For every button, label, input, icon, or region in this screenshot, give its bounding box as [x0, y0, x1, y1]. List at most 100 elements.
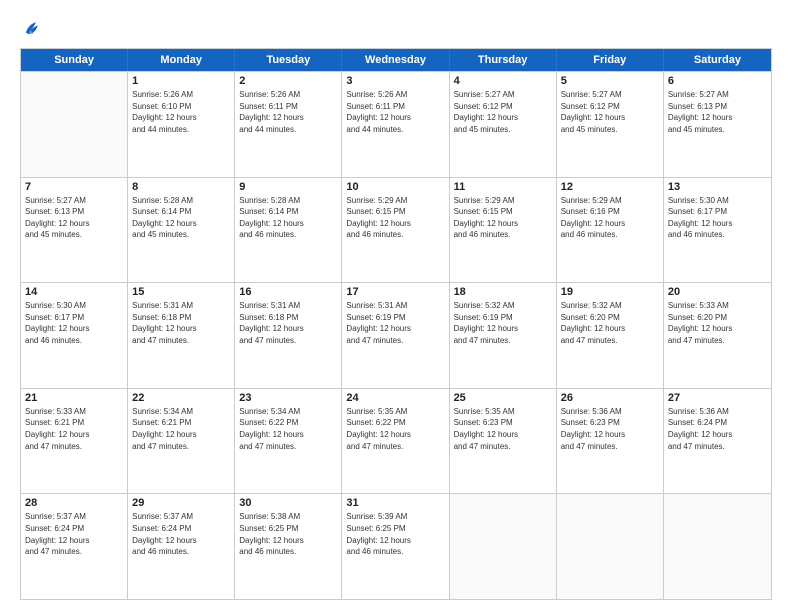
cal-header-saturday: Saturday [664, 49, 771, 71]
logo-bird-icon [20, 18, 42, 40]
day-number: 17 [346, 286, 444, 298]
cal-cell: 17 Sunrise: 5:31 AM Sunset: 6:19 PM Dayli… [342, 283, 449, 388]
day-info: Sunrise: 5:36 AM Sunset: 6:23 PM Dayligh… [561, 406, 659, 452]
cal-header-tuesday: Tuesday [235, 49, 342, 71]
cal-cell: 12 Sunrise: 5:29 AM Sunset: 6:16 PM Dayli… [557, 178, 664, 283]
cal-cell: 24 Sunrise: 5:35 AM Sunset: 6:22 PM Dayli… [342, 389, 449, 494]
day-info: Sunrise: 5:35 AM Sunset: 6:22 PM Dayligh… [346, 406, 444, 452]
day-info: Sunrise: 5:31 AM Sunset: 6:19 PM Dayligh… [346, 300, 444, 346]
cal-cell [450, 494, 557, 599]
day-info: Sunrise: 5:31 AM Sunset: 6:18 PM Dayligh… [132, 300, 230, 346]
cal-week-1: 1 Sunrise: 5:26 AM Sunset: 6:10 PM Daylig… [21, 71, 771, 177]
day-number: 28 [25, 497, 123, 509]
cal-cell: 3 Sunrise: 5:26 AM Sunset: 6:11 PM Daylig… [342, 72, 449, 177]
page: SundayMondayTuesdayWednesdayThursdayFrid… [0, 0, 792, 612]
cal-cell: 28Sunrise: 5:37 AM Sunset: 6:24 PM Dayli… [21, 494, 128, 599]
cal-cell [21, 72, 128, 177]
day-info: Sunrise: 5:27 AM Sunset: 6:12 PM Dayligh… [561, 89, 659, 135]
calendar: SundayMondayTuesdayWednesdayThursdayFrid… [20, 48, 772, 600]
cal-cell: 14 Sunrise: 5:30 AM Sunset: 6:17 PM Dayli… [21, 283, 128, 388]
day-number: 21 [25, 392, 123, 404]
day-number: 18 [454, 286, 552, 298]
day-number: 12 [561, 181, 659, 193]
cal-cell: 1 Sunrise: 5:26 AM Sunset: 6:10 PM Daylig… [128, 72, 235, 177]
day-number: 22 [132, 392, 230, 404]
day-number: 9 [239, 181, 337, 193]
day-number: 31 [346, 497, 444, 509]
day-info: Sunrise: 5:35 AM Sunset: 6:23 PM Dayligh… [454, 406, 552, 452]
day-number: 27 [668, 392, 767, 404]
day-number: 26 [561, 392, 659, 404]
day-info: Sunrise: 5:29 AM Sunset: 6:15 PM Dayligh… [346, 195, 444, 241]
day-info: Sunrise: 5:37 AM Sunset: 6:24 PM Dayligh… [132, 511, 230, 557]
cal-week-2: 7 Sunrise: 5:27 AM Sunset: 6:13 PM Daylig… [21, 177, 771, 283]
day-info: Sunrise: 5:32 AM Sunset: 6:20 PM Dayligh… [561, 300, 659, 346]
cal-cell: 19 Sunrise: 5:32 AM Sunset: 6:20 PM Dayli… [557, 283, 664, 388]
cal-cell: 7 Sunrise: 5:27 AM Sunset: 6:13 PM Daylig… [21, 178, 128, 283]
cal-cell: 20Sunrise: 5:33 AM Sunset: 6:20 PM Dayli… [664, 283, 771, 388]
day-info: Sunrise: 5:32 AM Sunset: 6:19 PM Dayligh… [454, 300, 552, 346]
day-number: 2 [239, 75, 337, 87]
cal-cell: 18 Sunrise: 5:32 AM Sunset: 6:19 PM Dayli… [450, 283, 557, 388]
header [20, 18, 772, 40]
cal-cell [557, 494, 664, 599]
cal-cell: 29 Sunrise: 5:37 AM Sunset: 6:24 PM Dayli… [128, 494, 235, 599]
day-number: 8 [132, 181, 230, 193]
cal-cell: 8 Sunrise: 5:28 AM Sunset: 6:14 PM Daylig… [128, 178, 235, 283]
day-info: Sunrise: 5:30 AM Sunset: 6:17 PM Dayligh… [668, 195, 767, 241]
day-number: 15 [132, 286, 230, 298]
day-info: Sunrise: 5:28 AM Sunset: 6:14 PM Dayligh… [132, 195, 230, 241]
day-number: 3 [346, 75, 444, 87]
cal-cell: 15 Sunrise: 5:31 AM Sunset: 6:18 PM Dayli… [128, 283, 235, 388]
calendar-header-row: SundayMondayTuesdayWednesdayThursdayFrid… [21, 49, 771, 71]
cal-cell: 22 Sunrise: 5:34 AM Sunset: 6:21 PM Dayli… [128, 389, 235, 494]
day-number: 14 [25, 286, 123, 298]
cal-header-wednesday: Wednesday [342, 49, 449, 71]
cal-cell: 10 Sunrise: 5:29 AM Sunset: 6:15 PM Dayli… [342, 178, 449, 283]
day-number: 13 [668, 181, 767, 193]
day-info: Sunrise: 5:27 AM Sunset: 6:13 PM Dayligh… [25, 195, 123, 241]
cal-week-3: 14 Sunrise: 5:30 AM Sunset: 6:17 PM Dayli… [21, 282, 771, 388]
day-number: 6 [668, 75, 767, 87]
cal-cell: 11Sunrise: 5:29 AM Sunset: 6:15 PM Dayli… [450, 178, 557, 283]
cal-cell: 26 Sunrise: 5:36 AM Sunset: 6:23 PM Dayli… [557, 389, 664, 494]
day-info: Sunrise: 5:30 AM Sunset: 6:17 PM Dayligh… [25, 300, 123, 346]
day-info: Sunrise: 5:26 AM Sunset: 6:10 PM Dayligh… [132, 89, 230, 135]
cal-header-sunday: Sunday [21, 49, 128, 71]
day-number: 16 [239, 286, 337, 298]
calendar-body: 1 Sunrise: 5:26 AM Sunset: 6:10 PM Daylig… [21, 71, 771, 599]
day-number: 29 [132, 497, 230, 509]
logo [20, 18, 46, 40]
cal-header-monday: Monday [128, 49, 235, 71]
cal-cell: 16 Sunrise: 5:31 AM Sunset: 6:18 PM Dayli… [235, 283, 342, 388]
day-info: Sunrise: 5:26 AM Sunset: 6:11 PM Dayligh… [239, 89, 337, 135]
cal-week-5: 28 Sunrise: 5:37 AM Sunset: 6:24 PM Dayli… [21, 493, 771, 599]
day-info: Sunrise: 5:36 AM Sunset: 6:24 PM Dayligh… [668, 406, 767, 452]
cal-header-friday: Friday [557, 49, 664, 71]
cal-cell: 5Sunrise: 5:27 AM Sunset: 6:12 PM Daylig… [557, 72, 664, 177]
day-info: Sunrise: 5:34 AM Sunset: 6:21 PM Dayligh… [132, 406, 230, 452]
cal-cell: 21Sunrise: 5:33 AM Sunset: 6:21 PM Dayli… [21, 389, 128, 494]
cal-cell: 31Sunrise: 5:39 AM Sunset: 6:25 PM Dayli… [342, 494, 449, 599]
day-info: Sunrise: 5:29 AM Sunset: 6:16 PM Dayligh… [561, 195, 659, 241]
day-number: 7 [25, 181, 123, 193]
day-number: 1 [132, 75, 230, 87]
day-info: Sunrise: 5:31 AM Sunset: 6:18 PM Dayligh… [239, 300, 337, 346]
day-info: Sunrise: 5:26 AM Sunset: 6:11 PM Dayligh… [346, 89, 444, 135]
day-number: 25 [454, 392, 552, 404]
day-info: Sunrise: 5:28 AM Sunset: 6:14 PM Dayligh… [239, 195, 337, 241]
day-number: 10 [346, 181, 444, 193]
day-info: Sunrise: 5:34 AM Sunset: 6:22 PM Dayligh… [239, 406, 337, 452]
day-number: 11 [454, 181, 552, 193]
cal-cell: 30 Sunrise: 5:38 AM Sunset: 6:25 PM Dayli… [235, 494, 342, 599]
day-number: 24 [346, 392, 444, 404]
day-number: 30 [239, 497, 337, 509]
cal-cell: 27 Sunrise: 5:36 AM Sunset: 6:24 PM Dayli… [664, 389, 771, 494]
day-info: Sunrise: 5:38 AM Sunset: 6:25 PM Dayligh… [239, 511, 337, 557]
cal-cell: 4Sunrise: 5:27 AM Sunset: 6:12 PM Daylig… [450, 72, 557, 177]
cal-cell: 13 Sunrise: 5:30 AM Sunset: 6:17 PM Dayli… [664, 178, 771, 283]
cal-week-4: 21Sunrise: 5:33 AM Sunset: 6:21 PM Dayli… [21, 388, 771, 494]
day-info: Sunrise: 5:33 AM Sunset: 6:20 PM Dayligh… [668, 300, 767, 346]
cal-cell: 2 Sunrise: 5:26 AM Sunset: 6:11 PM Daylig… [235, 72, 342, 177]
day-number: 19 [561, 286, 659, 298]
